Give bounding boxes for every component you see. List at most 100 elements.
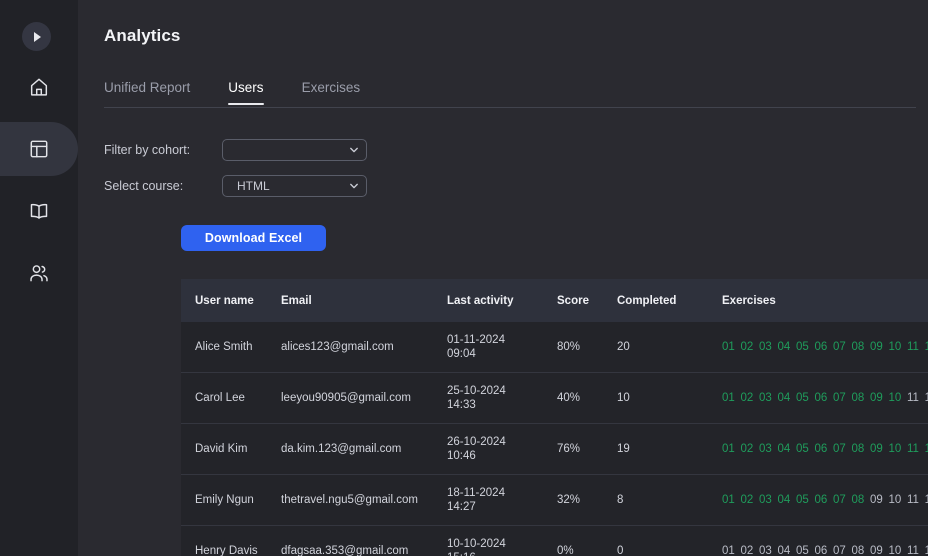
tab-users[interactable]: Users [228, 80, 264, 105]
table-row[interactable]: David Kim da.kim.123@gmail.com 26-10-2024 1… [181, 423, 928, 475]
exercise-number[interactable]: 11 [907, 494, 919, 506]
sidebar-item-analytics[interactable] [0, 122, 78, 176]
exercise-number-list: 01 02 03 04 05 06 07 08 09 10 11 12 13 1… [722, 391, 928, 405]
exercise-number[interactable]: 07 [833, 392, 846, 404]
column-header-email[interactable]: Email [281, 279, 447, 322]
exercise-number[interactable]: 03 [759, 545, 772, 556]
exercise-number[interactable]: 05 [796, 341, 809, 353]
exercise-number[interactable]: 07 [833, 494, 846, 506]
cell-completed: 19 [617, 423, 722, 475]
exercise-number[interactable]: 03 [759, 392, 772, 404]
sidebar-expand-button[interactable] [22, 22, 51, 51]
users-table-header: User name Email Last activity Score Comp… [181, 279, 928, 322]
exercise-number[interactable]: 04 [778, 494, 791, 506]
exercise-number[interactable]: 07 [833, 443, 846, 455]
cell-exercises: 01 02 03 04 05 06 07 08 09 10 11 12 13 1… [722, 423, 928, 475]
exercise-number[interactable]: 08 [852, 494, 865, 506]
exercise-number[interactable]: 11 [907, 443, 919, 455]
column-header-last-activity[interactable]: Last activity [447, 279, 557, 322]
column-header-user-name[interactable]: User name [181, 279, 281, 322]
table-row[interactable]: Alice Smith alices123@gmail.com 01-11-2024… [181, 322, 928, 373]
exercise-number[interactable]: 03 [759, 494, 772, 506]
sidebar-nav [0, 60, 78, 300]
last-activity-date: 01-11-2024 [447, 334, 505, 346]
exercise-number[interactable]: 09 [870, 392, 883, 404]
users-table-container: User name Email Last activity Score Comp… [181, 279, 928, 556]
cohort-filter-row: Filter by cohort: [104, 139, 367, 161]
course-select[interactable]: HTML [222, 175, 367, 197]
exercise-number[interactable]: 09 [870, 494, 883, 506]
exercise-number[interactable]: 05 [796, 494, 809, 506]
exercise-number[interactable]: 12 [925, 545, 928, 556]
exercise-number[interactable]: 11 [907, 341, 919, 353]
exercise-number[interactable]: 10 [889, 443, 902, 455]
exercise-number[interactable]: 04 [778, 545, 791, 556]
cell-user-name: Henry Davis [181, 525, 281, 556]
exercise-number[interactable]: 10 [889, 545, 902, 556]
exercise-number[interactable]: 07 [833, 341, 846, 353]
exercise-number[interactable]: 01 [722, 392, 735, 404]
cell-score: 76% [557, 423, 617, 475]
table-row[interactable]: Emily Ngun thetravel.ngu5@gmail.com 18-11-… [181, 474, 928, 526]
exercise-number[interactable]: 05 [796, 443, 809, 455]
column-header-score[interactable]: Score [557, 279, 617, 322]
exercise-number[interactable]: 03 [759, 341, 772, 353]
exercise-number[interactable]: 09 [870, 341, 883, 353]
exercise-number[interactable]: 09 [870, 443, 883, 455]
cell-last-activity: 18-11-2024 14:27 [447, 474, 557, 526]
exercise-number[interactable]: 12 [925, 494, 928, 506]
cell-last-activity: 10-10-202415:16 [447, 525, 557, 556]
exercise-number[interactable]: 12 [925, 443, 928, 455]
exercise-number[interactable]: 02 [741, 341, 754, 353]
exercise-number[interactable]: 02 [741, 545, 754, 556]
tab-exercises[interactable]: Exercises [302, 80, 361, 104]
exercise-number[interactable]: 08 [852, 341, 865, 353]
exercise-number[interactable]: 10 [889, 392, 902, 404]
exercise-number[interactable]: 03 [759, 443, 772, 455]
last-activity-time: 14:27 [447, 501, 476, 513]
exercise-number[interactable]: 04 [778, 443, 791, 455]
exercise-number[interactable]: 08 [852, 392, 865, 404]
table-row[interactable]: Carol Lee leeyou90905@gmail.com 25-10-2024… [181, 372, 928, 424]
table-row[interactable]: Henry Davis dfagsaa.353@gmail.com 10-10-20… [181, 525, 928, 556]
exercise-number[interactable]: 06 [815, 545, 828, 556]
exercise-number[interactable]: 06 [815, 341, 828, 353]
exercise-number[interactable]: 10 [889, 341, 902, 353]
exercise-number[interactable]: 05 [796, 392, 809, 404]
exercise-number[interactable]: 08 [852, 443, 865, 455]
cell-last-activity: 26-10-2024 10:46 [447, 423, 557, 475]
sidebar-item-home[interactable] [0, 60, 78, 114]
exercise-number[interactable]: 02 [741, 494, 754, 506]
exercise-number[interactable]: 12 [925, 392, 928, 404]
cohort-select[interactable] [222, 139, 367, 161]
exercise-number[interactable]: 06 [815, 494, 828, 506]
download-excel-button[interactable]: Download Excel [181, 225, 326, 251]
sidebar-item-courses[interactable] [0, 184, 78, 238]
cell-user-name: David Kim [181, 423, 281, 475]
exercise-number[interactable]: 01 [722, 494, 735, 506]
column-header-completed[interactable]: Completed [617, 279, 722, 322]
dashboard-icon [30, 140, 48, 158]
exercise-number[interactable]: 06 [815, 392, 828, 404]
exercise-number[interactable]: 04 [778, 392, 791, 404]
exercise-number[interactable]: 05 [796, 545, 809, 556]
column-header-exercises[interactable]: Exercises [722, 279, 928, 322]
exercise-number[interactable]: 12 [925, 341, 928, 353]
exercise-number[interactable]: 11 [907, 545, 919, 556]
exercise-number[interactable]: 02 [741, 392, 754, 404]
exercise-number[interactable]: 09 [870, 545, 883, 556]
exercise-number[interactable]: 11 [907, 392, 919, 404]
exercise-number[interactable]: 06 [815, 443, 828, 455]
exercise-number[interactable]: 08 [852, 545, 865, 556]
exercise-number[interactable]: 01 [722, 545, 735, 556]
tab-unified-report[interactable]: Unified Report [104, 80, 190, 104]
cell-completed: 8 [617, 474, 722, 526]
sidebar-item-users[interactable] [0, 246, 78, 300]
exercise-number[interactable]: 01 [722, 443, 735, 455]
exercise-number[interactable]: 01 [722, 341, 735, 353]
exercise-number[interactable]: 10 [889, 494, 902, 506]
exercise-number[interactable]: 07 [833, 545, 846, 556]
exercise-number[interactable]: 04 [778, 341, 791, 353]
cell-email: leeyou90905@gmail.com [281, 372, 447, 424]
exercise-number[interactable]: 02 [741, 443, 754, 455]
